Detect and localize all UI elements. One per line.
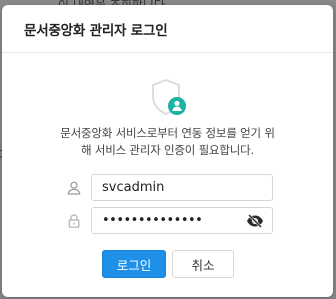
username-row: svcadmin <box>64 174 273 201</box>
dialog-title: 문서중앙화 관리자 로그인 <box>24 22 168 39</box>
login-dialog: 문서중앙화 관리자 로그인 문서중앙화 서비스로부터 연동 정보를 얻기 위 해… <box>2 5 333 297</box>
username-value: svcadmin <box>102 180 165 195</box>
login-button[interactable]: 로그인 <box>102 250 166 278</box>
password-field[interactable]: •••••••••••••• <box>91 207 273 234</box>
user-icon <box>64 178 84 198</box>
password-row: •••••••••••••• <box>64 207 273 234</box>
cancel-button[interactable]: 취소 <box>172 250 234 278</box>
shield-user-icon <box>150 77 190 121</box>
message-line-1: 문서중앙화 서비스로부터 연동 정보를 얻기 위 <box>60 126 275 140</box>
eye-slash-icon[interactable] <box>246 213 264 229</box>
dialog-header: 문서중앙화 관리자 로그인 <box>2 5 333 53</box>
lock-icon <box>64 211 84 231</box>
username-field[interactable]: svcadmin <box>91 174 273 201</box>
password-value: •••••••••••••• <box>102 213 203 228</box>
auth-message: 문서중앙화 서비스로부터 연동 정보를 얻기 위 해 서비스 관리자 인증이 필… <box>2 125 333 158</box>
message-line-2: 해 서비스 관리자 인증이 필요합니다. <box>81 142 254 157</box>
